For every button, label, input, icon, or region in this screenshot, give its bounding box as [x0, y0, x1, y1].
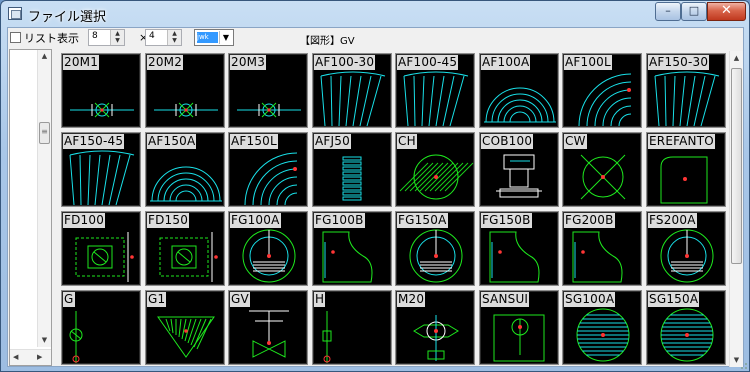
symbol-thumbnail[interactable]: AF100-30 [312, 53, 392, 128]
thumbnail-label: FD150 [147, 213, 190, 228]
symbol-thumbnail[interactable]: H [312, 290, 392, 365]
thumbnail-label: GV [230, 292, 250, 307]
columns-value: 8 [92, 31, 98, 41]
thumbnail-label: CW [564, 134, 587, 149]
thumbnail-label: AF150L [230, 134, 278, 149]
thumbnail-label: CH [397, 134, 417, 149]
symbol-thumbnail[interactable]: COB100 [479, 132, 559, 207]
current-folder-label: 【図形】GV [300, 36, 355, 47]
symbol-thumbnail[interactable]: G1 [145, 290, 225, 365]
thumbnail-label: FG150A [397, 213, 448, 228]
thumbnail-label: EREFANTO [648, 134, 715, 149]
symbol-thumbnail[interactable]: 20M2 [145, 53, 225, 128]
symbol-thumbnail[interactable]: 20M3 [228, 53, 308, 128]
thumbnail-label: H [314, 292, 326, 307]
symbol-thumbnail[interactable]: M20 [395, 290, 475, 365]
folder-tree-vscroll[interactable]: ▲ ≡ ▼ [37, 50, 51, 347]
symbol-thumbnail[interactable]: G [61, 290, 141, 365]
scroll-left-arrow-icon[interactable]: ◀ [13, 353, 18, 361]
thumbnail-label: COB100 [481, 134, 534, 149]
thumbnail-label: AF100-30 [314, 55, 376, 70]
thumbnail-label: FG200B [564, 213, 615, 228]
list-view-label[interactable]: リスト表示 [24, 30, 79, 46]
thumbnail-label: FG150B [481, 213, 532, 228]
window-icon[interactable] [8, 7, 22, 20]
rows-spin-arrows[interactable]: ▲ ▼ [167, 30, 181, 45]
thumbnail-label: M20 [397, 292, 426, 307]
symbol-thumbnail[interactable]: AF150A [145, 132, 225, 207]
maximize-button[interactable]: □ [681, 2, 707, 21]
thumbnail-label: AF100L [564, 55, 612, 70]
window-title: ファイル選択 [28, 10, 107, 25]
symbol-thumbnail[interactable]: CH [395, 132, 475, 207]
scroll-up-arrow-icon[interactable]: ▲ [730, 51, 743, 65]
symbol-thumbnail[interactable]: FG150B [479, 211, 559, 286]
symbol-thumbnail[interactable]: FD100 [61, 211, 141, 286]
list-view-checkbox[interactable] [10, 32, 21, 43]
thumbnail-grid: 20M1 20M2 20M3 AF100-30 AF100-45 AF100A AF100L… [61, 53, 743, 366]
file-type-dropdown[interactable]: jwk ▼ [194, 29, 234, 46]
title-bar[interactable]: ファイル選択 – □ ✕ [1, 1, 749, 27]
thumbnail-label: FS200A [648, 213, 697, 228]
thumbnail-label: AF100A [481, 55, 531, 70]
thumbnail-label: FG100A [230, 213, 281, 228]
rows-spinner[interactable]: 4 ▲ ▼ [145, 29, 182, 46]
thumbnail-label: 20M2 [147, 55, 184, 70]
symbol-thumbnail[interactable]: AF150-45 [61, 132, 141, 207]
thumbnail-scroll-thumb[interactable] [731, 68, 742, 264]
symbol-thumbnail[interactable]: FG150A [395, 211, 475, 286]
symbol-thumbnail[interactable]: AF100-45 [395, 53, 475, 128]
close-button[interactable]: ✕ [707, 2, 746, 21]
symbol-thumbnail[interactable]: GV [228, 290, 308, 365]
thumbnail-label: G1 [147, 292, 167, 307]
symbol-thumbnail[interactable]: SANSUI [479, 290, 559, 365]
thumbnail-label: 20M1 [63, 55, 100, 70]
rows-value: 4 [149, 31, 155, 41]
file-select-window: ファイル選択 – □ ✕ リスト表示 8 ▲ ▼ × 4 ▲ ▼ jwk ▼ 【図形… [0, 0, 750, 372]
thumbnail-label: FD100 [63, 213, 106, 228]
thumbnail-vscroll[interactable]: ▲ ▼ [729, 51, 743, 367]
symbol-thumbnail[interactable]: FG200B [562, 211, 642, 286]
symbol-thumbnail[interactable]: SG100A [562, 290, 642, 365]
symbol-thumbnail[interactable]: AF150-30 [646, 53, 726, 128]
folder-tree[interactable]: ▲ ≡ ▼ ◀ ▶ [9, 49, 52, 366]
client-area: リスト表示 8 ▲ ▼ × 4 ▲ ▼ jwk ▼ 【図形】GV ▲ ≡ ▼ ◀… [7, 27, 744, 367]
thumbnail-label: G [63, 292, 75, 307]
thumbnail-label: SG100A [564, 292, 616, 307]
symbol-thumbnail[interactable]: AF100L [562, 53, 642, 128]
thumbnail-label: AF100-45 [397, 55, 459, 70]
symbol-thumbnail[interactable]: EREFANTO [646, 132, 726, 207]
symbol-thumbnail[interactable]: FD150 [145, 211, 225, 286]
symbol-thumbnail[interactable]: 20M1 [61, 53, 141, 128]
thumbnail-label: FG100B [314, 213, 365, 228]
thumbnail-label: SANSUI [481, 292, 530, 307]
thumbnail-label: AF150A [147, 134, 197, 149]
thumbnail-label: AF150-30 [648, 55, 710, 70]
toolbar: リスト表示 8 ▲ ▼ × 4 ▲ ▼ jwk ▼ 【図形】GV [8, 28, 743, 49]
thumbnail-label: AFJ50 [314, 134, 351, 149]
chevron-down-icon[interactable]: ▼ [219, 31, 232, 44]
thumbnail-label: AF150-45 [63, 134, 125, 149]
symbol-thumbnail[interactable]: SG150A [646, 290, 726, 365]
symbol-thumbnail[interactable]: AFJ50 [312, 132, 392, 207]
thumbnail-label: 20M3 [230, 55, 267, 70]
symbol-thumbnail[interactable]: FG100A [228, 211, 308, 286]
file-type-selected: jwk [197, 32, 218, 43]
symbol-thumbnail[interactable]: FS200A [646, 211, 726, 286]
minimize-button[interactable]: – [655, 2, 681, 21]
symbol-thumbnail[interactable]: AF100A [479, 53, 559, 128]
symbol-thumbnail[interactable]: FG100B [312, 211, 392, 286]
thumbnail-label: SG150A [648, 292, 700, 307]
columns-spin-arrows[interactable]: ▲ ▼ [110, 30, 124, 45]
scroll-right-arrow-icon[interactable]: ▶ [37, 353, 42, 361]
scroll-up-arrow-icon[interactable]: ▲ [38, 50, 51, 63]
symbol-thumbnail[interactable]: AF150L [228, 132, 308, 207]
scroll-down-arrow-icon[interactable]: ▼ [38, 334, 51, 347]
symbol-thumbnail[interactable]: CW [562, 132, 642, 207]
folder-tree-scroll-thumb[interactable]: ≡ [39, 122, 50, 144]
resize-grip-icon[interactable] [736, 358, 748, 370]
columns-spinner[interactable]: 8 ▲ ▼ [88, 29, 125, 46]
folder-tree-hscroll[interactable]: ◀ ▶ [10, 349, 51, 365]
